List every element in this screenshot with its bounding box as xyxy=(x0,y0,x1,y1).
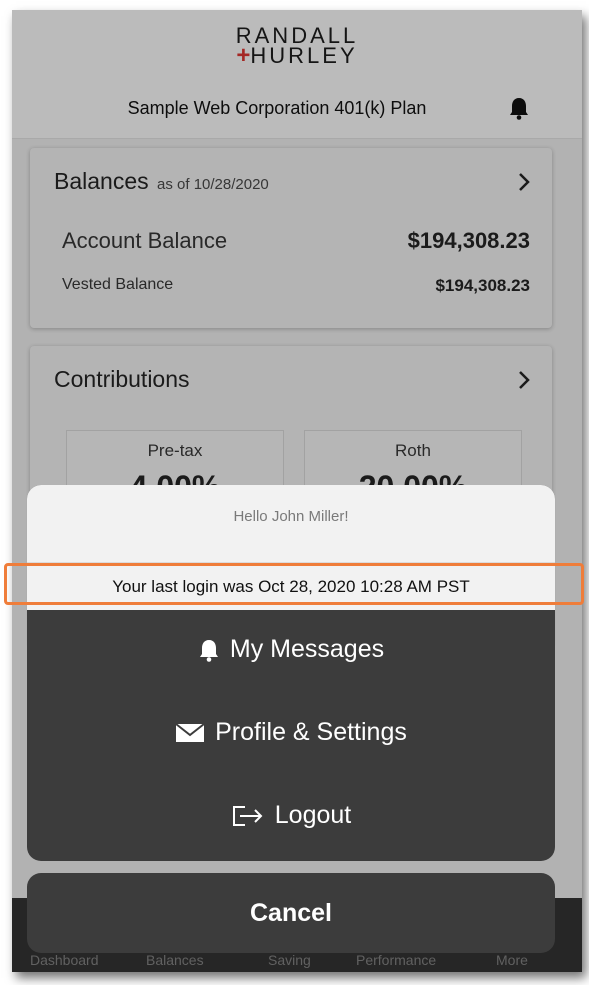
envelope-icon xyxy=(175,723,205,743)
greeting-text: Hello John Miller! xyxy=(27,485,555,562)
my-messages-button[interactable]: My Messages xyxy=(27,609,555,689)
logout-button[interactable]: Logout xyxy=(27,775,555,855)
account-action-sheet: Hello John Miller! Your last login was O… xyxy=(27,485,555,861)
phone-screen: RANDALL +HURLEY Sample Web Corporation 4… xyxy=(12,10,582,972)
last-login-highlight-box xyxy=(4,563,584,605)
profile-settings-button[interactable]: Profile & Settings xyxy=(27,692,555,772)
logout-icon xyxy=(232,806,263,827)
logout-label: Logout xyxy=(274,801,352,829)
my-messages-label: My Messages xyxy=(229,635,385,663)
profile-settings-label: Profile & Settings xyxy=(215,718,407,746)
bell-icon xyxy=(199,640,218,663)
cancel-button[interactable]: Cancel xyxy=(27,873,555,953)
